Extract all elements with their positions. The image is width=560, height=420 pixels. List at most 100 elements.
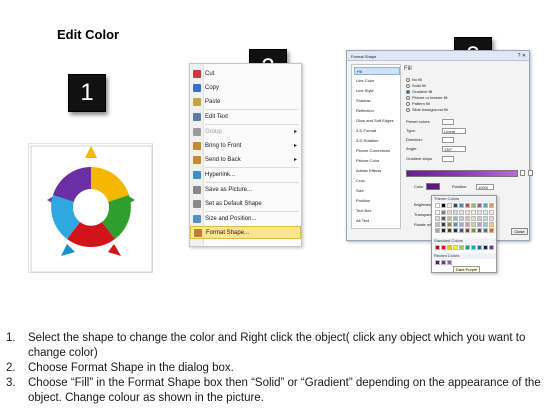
color-wheel-shape[interactable]: [29, 144, 154, 274]
color-swatch[interactable]: [441, 245, 446, 250]
dialog-nav-list[interactable]: Fill Line Color Line Style Shadow Reflection…: [351, 64, 401, 229]
nav-item-line-color[interactable]: Line Color: [354, 77, 400, 85]
nav-item-picture-color[interactable]: Picture Color: [354, 157, 400, 165]
color-swatch[interactable]: [441, 222, 446, 227]
fill-option-radio[interactable]: Solid fill: [406, 83, 426, 88]
color-palette-dropdown[interactable]: Theme Colors Standard Colors Recent Colo…: [431, 195, 497, 273]
color-swatch[interactable]: [483, 210, 488, 215]
color-swatch[interactable]: [435, 210, 440, 215]
color-swatch[interactable]: [453, 210, 458, 215]
color-swatch[interactable]: [441, 228, 446, 233]
position-input[interactable]: 100%: [476, 184, 494, 190]
color-swatch[interactable]: [435, 228, 440, 233]
nav-item-3-d-rotation[interactable]: 3-D Rotation: [354, 137, 400, 145]
color-swatch[interactable]: [471, 210, 476, 215]
menu-item-hyperlink[interactable]: Hyperlink...: [190, 168, 301, 181]
color-swatch[interactable]: [459, 245, 464, 250]
menu-item-set-as-default-shape[interactable]: Set as Default Shape: [190, 197, 301, 210]
nav-item-alt-text[interactable]: Alt Text: [354, 217, 400, 225]
color-swatch[interactable]: [471, 203, 476, 208]
color-swatch[interactable]: [465, 210, 470, 215]
nav-item-artistic-effects[interactable]: Artistic Effects: [354, 167, 400, 175]
nav-item-line-style[interactable]: Line Style: [354, 87, 400, 95]
nav-item-text-box[interactable]: Text Box: [354, 207, 400, 215]
nav-item-size[interactable]: Size: [354, 187, 400, 195]
color-swatch[interactable]: [483, 222, 488, 227]
color-swatch[interactable]: [459, 203, 464, 208]
color-swatch[interactable]: [471, 245, 476, 250]
color-swatch[interactable]: [447, 260, 452, 265]
color-swatch[interactable]: [489, 216, 494, 221]
menu-item-paste[interactable]: Paste: [190, 95, 301, 108]
color-swatch[interactable]: [465, 245, 470, 250]
color-swatch[interactable]: [459, 228, 464, 233]
field-control-direction_label[interactable]: [442, 137, 454, 143]
color-swatch[interactable]: [471, 222, 476, 227]
menu-item-send-to-back[interactable]: Send to Back ▸: [190, 153, 301, 166]
color-swatch[interactable]: [489, 228, 494, 233]
color-swatch[interactable]: [483, 228, 488, 233]
field-control-preset_colors[interactable]: [442, 119, 454, 125]
color-swatch[interactable]: [441, 203, 446, 208]
color-swatch[interactable]: [441, 210, 446, 215]
nav-item-3-d-format[interactable]: 3-D Format: [354, 127, 400, 135]
menu-item-format-shape[interactable]: Format Shape...: [190, 226, 301, 239]
color-picker-button[interactable]: [426, 183, 440, 190]
color-swatch[interactable]: [477, 216, 482, 221]
fill-option-radio[interactable]: No fill: [406, 77, 422, 82]
color-swatch[interactable]: [459, 222, 464, 227]
menu-item-edit-text[interactable]: Edit Text: [190, 110, 301, 123]
color-swatch[interactable]: [447, 222, 452, 227]
context-menu[interactable]: Cut Copy Paste Edit Text Group ▸ Bring to Fron…: [189, 63, 302, 247]
color-swatch[interactable]: [489, 210, 494, 215]
color-swatch[interactable]: [435, 216, 440, 221]
field-control-gradient_stops[interactable]: [442, 156, 454, 162]
color-swatch[interactable]: [489, 245, 494, 250]
color-swatch[interactable]: [447, 245, 452, 250]
gradient-stop-icon[interactable]: [520, 170, 525, 176]
color-swatch[interactable]: [441, 260, 446, 265]
triangle-top[interactable]: [85, 146, 97, 158]
menu-item-bring-to-front[interactable]: Bring to Front ▸: [190, 139, 301, 152]
color-swatch[interactable]: [471, 228, 476, 233]
color-swatch[interactable]: [459, 216, 464, 221]
color-swatch[interactable]: [465, 216, 470, 221]
shape-selection-panel[interactable]: [28, 143, 153, 273]
color-swatch[interactable]: [453, 228, 458, 233]
color-swatch[interactable]: [465, 228, 470, 233]
close-icon[interactable]: ? ✕: [518, 53, 526, 59]
color-swatch[interactable]: [471, 216, 476, 221]
color-swatch[interactable]: [465, 203, 470, 208]
gradient-stops-bar[interactable]: [406, 170, 518, 177]
color-swatch[interactable]: [489, 203, 494, 208]
color-swatch[interactable]: [435, 203, 440, 208]
color-swatch[interactable]: [435, 222, 440, 227]
menu-item-size-and-position[interactable]: Size and Position...: [190, 212, 301, 225]
color-swatch[interactable]: [447, 203, 452, 208]
triangle-bottom-right[interactable]: [108, 244, 121, 256]
color-swatch[interactable]: [483, 216, 488, 221]
color-swatch[interactable]: [483, 245, 488, 250]
color-swatch[interactable]: [447, 228, 452, 233]
menu-item-cut[interactable]: Cut: [190, 67, 301, 80]
field-control-angle_label[interactable]: 130°: [442, 146, 466, 152]
field-control-type_label[interactable]: Linear: [442, 128, 466, 134]
color-swatch[interactable]: [465, 222, 470, 227]
color-swatch[interactable]: [453, 203, 458, 208]
color-swatch[interactable]: [459, 210, 464, 215]
color-swatch[interactable]: [435, 260, 440, 265]
color-swatch[interactable]: [477, 210, 482, 215]
color-swatch[interactable]: [447, 210, 452, 215]
fill-option-radio[interactable]: Gradient fill: [406, 89, 432, 94]
gradient-stop-icon[interactable]: [528, 170, 533, 176]
nav-item-fill[interactable]: Fill: [354, 67, 400, 75]
triangle-bottom-left[interactable]: [61, 244, 75, 256]
fill-option-radio[interactable]: Picture or texture fill: [406, 95, 447, 100]
menu-item-save-as-picture[interactable]: Save as Picture...: [190, 183, 301, 196]
nav-item-reflection[interactable]: Reflection: [354, 107, 400, 115]
close-button[interactable]: Close: [511, 228, 528, 235]
color-swatch[interactable]: [483, 203, 488, 208]
nav-item-shadow[interactable]: Shadow: [354, 97, 400, 105]
color-swatch[interactable]: [477, 245, 482, 250]
fill-option-radio[interactable]: Pattern fill: [406, 101, 430, 106]
